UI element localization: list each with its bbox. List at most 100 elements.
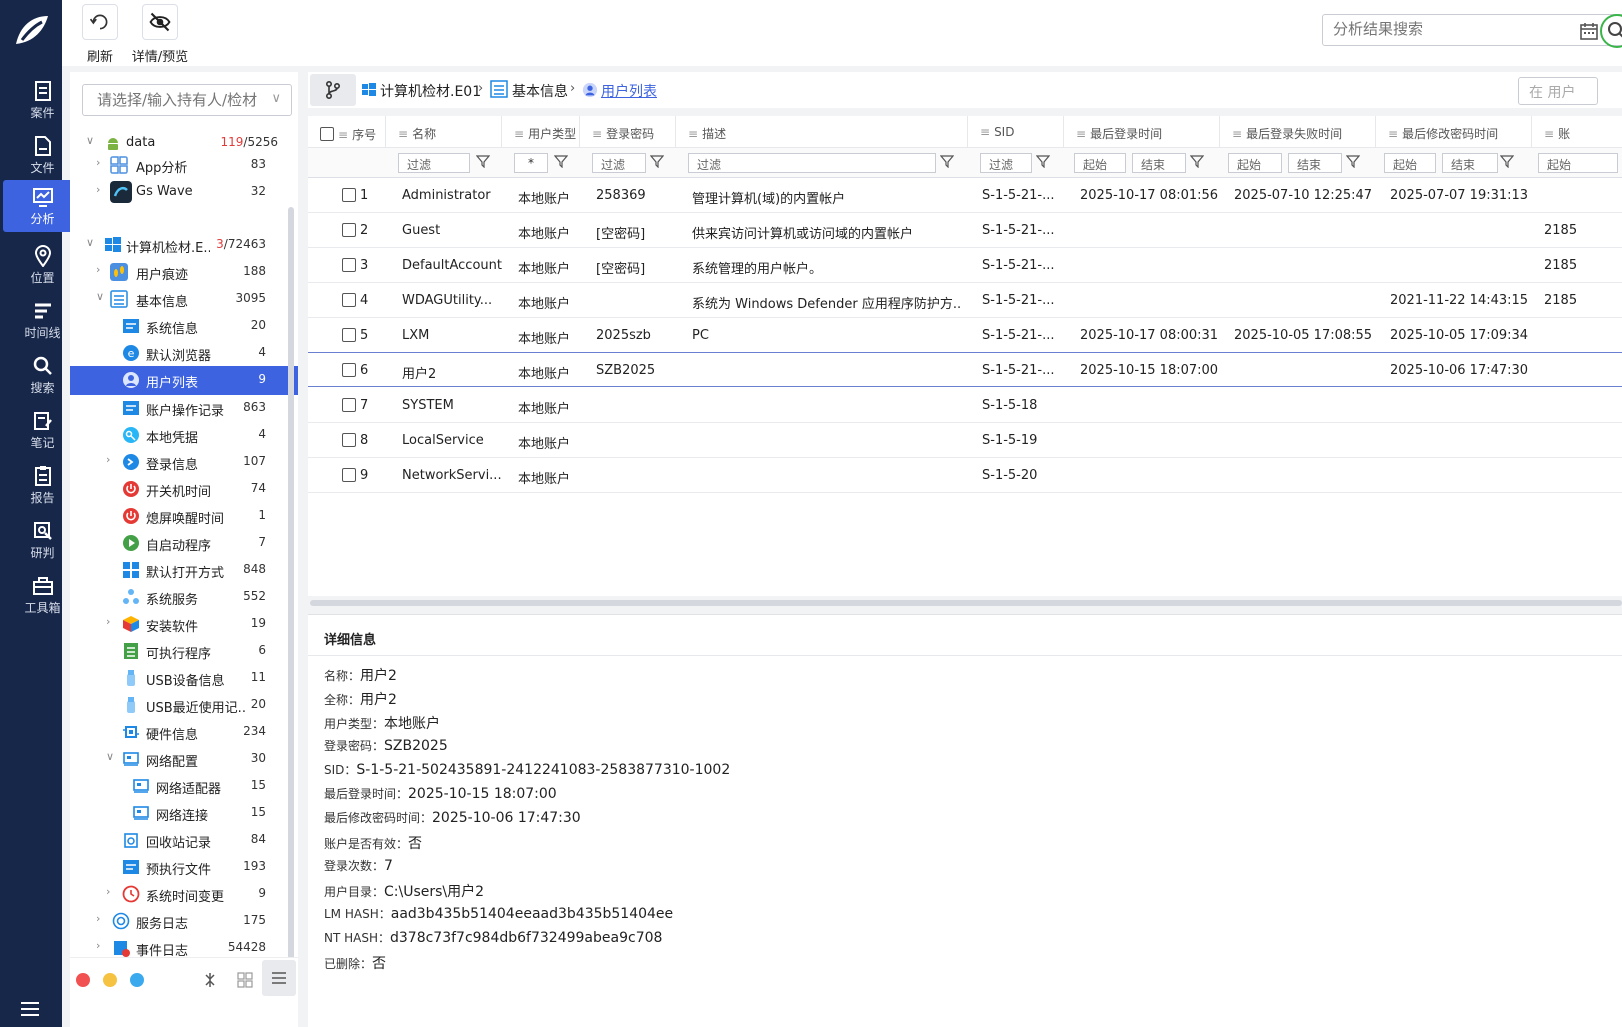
column-header-desc[interactable]: ≡ 描述	[676, 116, 968, 148]
column-header-last-pwd[interactable]: ≡ 最后修改密码时间	[1376, 116, 1532, 148]
breadcrumb-evidence[interactable]: 计算机检材.E01	[380, 81, 481, 101]
chevron-right-icon[interactable]: ›	[96, 157, 106, 168]
branch-button[interactable]	[310, 74, 356, 106]
filter-icon[interactable]	[650, 154, 664, 168]
filter-icon[interactable]	[476, 154, 490, 168]
table-row-selected[interactable]: 6 用户2 本地账户 SZB2025 S-1-5-21-... 2025-10-…	[308, 352, 1622, 387]
tree-item-usb-devices[interactable]: USB设备信息 11	[70, 665, 298, 692]
chevron-down-icon[interactable]: ∨	[86, 237, 96, 248]
tree-item-services[interactable]: 系统服务 552	[70, 584, 298, 611]
grid-view-icon[interactable]	[237, 972, 253, 988]
chevron-right-icon[interactable]: ›	[106, 886, 116, 897]
column-header-type[interactable]: ≡ 用户类型	[502, 116, 580, 148]
tree-item-gswave[interactable]: › Gs Wave 32	[70, 179, 298, 206]
collapse-icon[interactable]	[202, 972, 218, 988]
breadcrumb-user-list[interactable]: 用户列表	[601, 81, 657, 101]
tree-item-time-change[interactable]: › 系统时间变更 9	[70, 881, 298, 908]
tree-item-computer-evidence[interactable]: ∨ 计算机检材.E... 3/72463	[70, 232, 298, 259]
tree-item-prefetch[interactable]: 预执行文件 193	[70, 854, 298, 881]
chevron-down-icon[interactable]: ∨	[86, 135, 96, 146]
menu-icon[interactable]	[19, 1000, 41, 1018]
row-checkbox[interactable]	[342, 223, 356, 237]
tree-item-system-info[interactable]: 系统信息 20	[70, 313, 298, 340]
breadcrumb-basic-info[interactable]: 基本信息	[512, 81, 568, 101]
tree-item-hardware[interactable]: 硬件信息 234	[70, 719, 298, 746]
filter-last-login-start[interactable]: 起始	[1074, 153, 1126, 173]
filter-extra-start[interactable]: 起始	[1538, 153, 1618, 173]
tree-item-user-traces[interactable]: › 用户痕迹 188	[70, 259, 298, 286]
detail-preview-button[interactable]: 详情/预览	[130, 4, 190, 65]
table-horizontal-scrollbar[interactable]	[310, 600, 1622, 606]
table-row[interactable]: 8 LocalService 本地账户 S-1-5-19	[308, 423, 1622, 458]
filter-password[interactable]: 过滤	[592, 153, 646, 173]
table-row[interactable]: 1 Administrator 本地账户 258369 管理计算机(域)的内置帐…	[308, 178, 1622, 213]
chevron-right-icon[interactable]: ›	[106, 454, 116, 465]
row-checkbox[interactable]	[342, 398, 356, 412]
column-header-sid[interactable]: ≡ SID	[968, 116, 1064, 148]
column-header-extra[interactable]: ≡ 账	[1532, 116, 1622, 148]
tree-item-account-ops[interactable]: 账户操作记录 863	[70, 395, 298, 422]
filter-icon[interactable]	[554, 154, 568, 168]
row-checkbox[interactable]	[342, 468, 356, 482]
filter-icon[interactable]	[940, 154, 954, 168]
tree-item-recycle-bin[interactable]: 回收站记录 84	[70, 827, 298, 854]
calendar-icon[interactable]	[1579, 21, 1599, 41]
table-row[interactable]: 9 NetworkServi... 本地账户 S-1-5-20	[308, 458, 1622, 493]
filter-icon[interactable]	[1036, 154, 1050, 168]
chevron-right-icon[interactable]: ›	[96, 184, 106, 195]
tree-item-basic-info[interactable]: ∨ 基本信息 3095	[70, 286, 298, 313]
chevron-right-icon[interactable]: ›	[96, 913, 106, 924]
tree-item-executables[interactable]: 可执行程序 6	[70, 638, 298, 665]
blue-dot-icon[interactable]	[130, 973, 144, 987]
tree-item-local-credentials[interactable]: 本地凭据 4	[70, 422, 298, 449]
refresh-button[interactable]: 刷新	[70, 4, 130, 65]
tree-item-app[interactable]: › App分析 83	[70, 152, 298, 179]
chevron-down-icon[interactable]: ∨	[271, 91, 281, 106]
filter-sid[interactable]: 过滤	[980, 153, 1032, 173]
table-row[interactable]: 3 DefaultAccount 本地账户 [空密码] 系统管理的用户帐户。 S…	[308, 248, 1622, 283]
filter-name[interactable]: 过滤	[398, 153, 470, 173]
tree-item-network-adapter[interactable]: 网络适配器 15	[70, 773, 298, 800]
tree-scrollbar[interactable]	[288, 207, 294, 987]
tree-item-autostart[interactable]: 自启动程序 7	[70, 530, 298, 557]
filter-type[interactable]: *	[514, 153, 548, 173]
evidence-selector[interactable]: ∨	[82, 84, 292, 116]
tree-item-screen-wake[interactable]: 熄屏唤醒时间 1	[70, 503, 298, 530]
tree-item-network-config[interactable]: ∨ 网络配置 30	[70, 746, 298, 773]
list-view-button[interactable]	[262, 960, 296, 996]
column-header-last-login[interactable]: ≡ 最后登录时间	[1064, 116, 1220, 148]
table-row[interactable]: 5 LXM 本地账户 2025szb PC S-1-5-21-... 2025-…	[308, 318, 1622, 353]
row-checkbox[interactable]	[342, 328, 356, 342]
tree-item-usb-recent[interactable]: USB最近使用记... 20	[70, 692, 298, 719]
chevron-down-icon[interactable]: ∨	[96, 291, 106, 302]
evidence-search-input[interactable]	[97, 85, 277, 115]
yellow-dot-icon[interactable]	[103, 973, 117, 987]
tree-item-network-connection[interactable]: 网络连接 15	[70, 800, 298, 827]
tree-item-power-time[interactable]: 开关机时间 74	[70, 476, 298, 503]
analysis-search-box[interactable]	[1322, 14, 1622, 46]
red-dot-icon[interactable]	[76, 973, 90, 987]
filter-icon[interactable]	[1500, 154, 1514, 168]
filter-desc[interactable]: 过滤	[688, 153, 936, 173]
tree-item-default-open[interactable]: 默认打开方式 848	[70, 557, 298, 584]
filter-last-login-end[interactable]: 结束	[1132, 153, 1186, 173]
row-checkbox[interactable]	[342, 188, 356, 202]
analysis-search-input[interactable]	[1333, 15, 1573, 43]
row-checkbox[interactable]	[342, 363, 356, 377]
filter-last-fail-end[interactable]: 结束	[1288, 153, 1342, 173]
row-checkbox[interactable]	[342, 258, 356, 272]
chevron-down-icon[interactable]: ∨	[106, 751, 116, 762]
column-header-name[interactable]: ≡ 名称	[386, 116, 502, 148]
tree-item-user-list[interactable]: 用户列表 9	[70, 366, 298, 395]
chevron-right-icon[interactable]: ›	[96, 940, 106, 951]
row-checkbox[interactable]	[342, 433, 356, 447]
filter-last-pwd-end[interactable]: 结束	[1442, 153, 1498, 173]
filter-icon[interactable]	[1346, 154, 1360, 168]
chevron-right-icon[interactable]: ›	[96, 264, 106, 275]
chevron-right-icon[interactable]: ›	[106, 616, 116, 627]
tree-item-installed-software[interactable]: › 安装软件 19	[70, 611, 298, 638]
tree-item-login-info[interactable]: › 登录信息 107	[70, 449, 298, 476]
table-row[interactable]: 2 Guest 本地账户 [空密码] 供来宾访问计算机或访问域的内置帐户 S-1…	[308, 213, 1622, 248]
tree-item-service-log[interactable]: › 服务日志 175	[70, 908, 298, 935]
in-table-search[interactable]: 在 用户	[1518, 77, 1598, 105]
